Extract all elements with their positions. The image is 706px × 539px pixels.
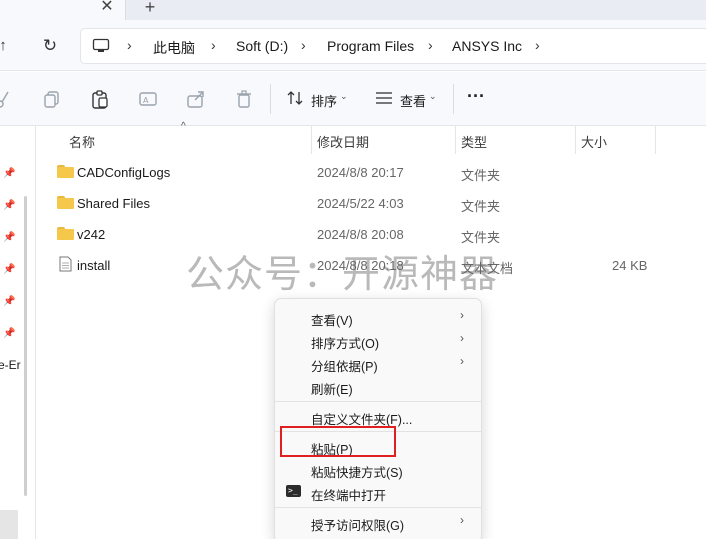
share-icon[interactable] [185, 88, 207, 110]
tab-close-icon[interactable]: ✕ [98, 0, 116, 16]
sidebar-bottom-item[interactable] [0, 510, 18, 539]
column-header-name[interactable]: 名称 [69, 132, 95, 151]
column-header-type[interactable]: 类型 [461, 132, 487, 151]
submenu-chevron-icon: › [460, 354, 464, 368]
menu-item-paste-shortcut[interactable]: 粘贴快捷方式(S) [311, 462, 403, 481]
submenu-chevron-icon: › [460, 331, 464, 345]
file-name[interactable]: Shared Files [77, 196, 150, 211]
submenu-chevron-icon: › [460, 308, 464, 322]
menu-item-view[interactable]: 查看(V) [311, 310, 353, 329]
more-options-button[interactable]: ··· [467, 86, 485, 107]
sort-button[interactable]: 排序 [311, 91, 337, 110]
view-chevron-down-icon[interactable]: ⌄ [429, 91, 437, 102]
breadcrumb-chevron-icon[interactable]: › [535, 37, 540, 53]
file-name[interactable]: v242 [77, 227, 105, 242]
breadcrumb-program-files[interactable]: Program Files [327, 38, 414, 54]
sort-up-indicator-icon: ^ [181, 121, 186, 132]
submenu-chevron-icon: › [460, 513, 464, 527]
menu-separator [275, 401, 481, 402]
file-size: 24 KB [612, 258, 648, 273]
menu-item-give-access[interactable]: 授予访问权限(G) [311, 515, 404, 534]
breadcrumb-chevron-icon[interactable]: › [428, 37, 433, 53]
refresh-icon[interactable]: ↻ [39, 35, 61, 57]
breadcrumb-chevron-icon[interactable]: › [301, 37, 306, 53]
menu-item-open-in-terminal[interactable]: 在终端中打开 [311, 485, 386, 504]
menu-separator [275, 507, 481, 508]
new-tab-button[interactable]: + [140, 0, 160, 17]
view-button[interactable]: 查看 [400, 91, 426, 110]
column-divider[interactable] [311, 126, 312, 154]
breadcrumb-chevron-icon[interactable]: › [127, 37, 132, 53]
sidebar-item-partial[interactable]: e-Er [0, 358, 21, 372]
up-icon[interactable]: ↑ [0, 35, 14, 57]
terminal-icon: >_ [286, 485, 301, 497]
file-date: 2024/8/8 20:08 [317, 227, 404, 242]
pin-icon: 📌 [3, 328, 16, 339]
file-date: 2024/5/22 4:03 [317, 196, 404, 211]
menu-item-group-by[interactable]: 分组依据(P) [311, 356, 378, 375]
folder-icon [57, 227, 74, 240]
file-date: 2024/8/8 20:17 [317, 165, 404, 180]
sort-chevron-down-icon[interactable]: ⌄ [340, 91, 348, 102]
pin-icon: 📌 [3, 200, 16, 211]
watermark-text: 公众号：开源神器 [186, 252, 499, 296]
rename-icon[interactable]: A [137, 88, 159, 110]
menu-item-sort-by[interactable]: 排序方式(O) [311, 333, 379, 352]
text-file-icon [59, 256, 72, 272]
column-divider[interactable] [575, 126, 576, 154]
file-name[interactable]: CADConfigLogs [77, 165, 170, 180]
view-icon[interactable] [375, 91, 393, 105]
breadcrumb-drive[interactable]: Soft (D:) [236, 38, 288, 54]
sidebar-scrollbar[interactable] [24, 196, 27, 496]
breadcrumb-ansys[interactable]: ANSYS Inc [452, 38, 522, 54]
column-header-size[interactable]: 大小 [581, 132, 607, 151]
folder-icon [57, 196, 74, 209]
file-type: 文件夹 [461, 168, 501, 183]
pin-icon: 📌 [3, 296, 16, 307]
pin-icon: 📌 [3, 168, 16, 179]
cut-icon[interactable] [0, 88, 16, 110]
toolbar-separator [453, 84, 454, 114]
copy-icon[interactable] [41, 88, 63, 110]
folder-icon [57, 165, 74, 178]
breadcrumb-chevron-icon[interactable]: › [211, 37, 216, 53]
column-divider[interactable] [455, 126, 456, 154]
this-pc-icon[interactable] [92, 38, 110, 54]
file-type: 文件夹 [461, 199, 501, 214]
breadcrumb-this-pc[interactable]: 此电脑 [153, 38, 195, 58]
sort-icon[interactable] [286, 90, 304, 106]
pin-icon: 📌 [3, 232, 16, 243]
column-divider[interactable] [655, 126, 656, 154]
menu-item-refresh[interactable]: 刷新(E) [311, 379, 353, 398]
column-header-modified[interactable]: 修改日期 [317, 132, 369, 151]
svg-text:A: A [143, 96, 149, 105]
paste-icon[interactable] [89, 88, 111, 110]
delete-icon[interactable] [233, 88, 255, 110]
toolbar-separator [270, 84, 271, 114]
paste-highlight-box [280, 426, 396, 457]
file-name[interactable]: install [77, 258, 110, 273]
pin-icon: 📌 [3, 264, 16, 275]
